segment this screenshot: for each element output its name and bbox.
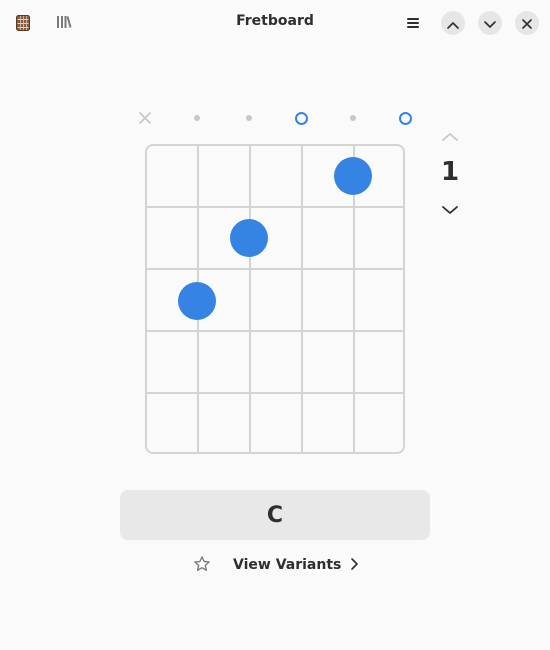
library-button[interactable]: [52, 11, 76, 35]
fret-line: [147, 330, 403, 332]
string-1-muted-marker[interactable]: [135, 108, 155, 128]
fret-line: [147, 392, 403, 394]
mute-x-icon: [139, 109, 151, 128]
hamburger-menu-icon: [406, 14, 420, 33]
finger-dot-string-5-fret-1[interactable]: [334, 157, 372, 195]
window-close-button[interactable]: [515, 11, 539, 35]
window-up-button[interactable]: [441, 11, 465, 35]
string-5-marker[interactable]: [343, 108, 363, 128]
view-variants-button[interactable]: View Variants: [233, 552, 359, 578]
window-down-button[interactable]: [478, 11, 502, 35]
library-books-icon: [56, 14, 72, 33]
fretted-dot-icon: [350, 115, 356, 121]
chevron-down-icon: [484, 14, 496, 33]
header-bar: Fretboard: [0, 0, 550, 46]
fret-line: [147, 206, 403, 208]
string-6-open-marker[interactable]: [395, 108, 415, 128]
open-string-ring-icon: [294, 111, 308, 125]
guitar-neck-icon: [14, 13, 32, 33]
fretted-dot-icon: [194, 115, 200, 121]
fretboard[interactable]: [145, 144, 405, 454]
chevron-down-icon: [441, 200, 459, 219]
bookmark-star-button[interactable]: [190, 554, 214, 578]
fret-line: [147, 268, 403, 270]
string-2-marker[interactable]: [187, 108, 207, 128]
app-window: Fretboard 1 C View Variants: [0, 0, 550, 650]
finger-dot-string-3-fret-2[interactable]: [230, 219, 268, 257]
string-3-marker[interactable]: [239, 108, 259, 128]
main-menu-button[interactable]: [401, 11, 425, 35]
chord-name-entry[interactable]: C: [120, 490, 430, 540]
chevron-up-icon: [441, 127, 459, 146]
chevron-right-icon: [349, 556, 359, 575]
chevron-up-icon: [447, 14, 459, 33]
fret-up-button[interactable]: [438, 126, 462, 146]
close-icon: [522, 14, 532, 33]
string-line: [249, 146, 251, 452]
fret-position-number: 1: [440, 157, 460, 187]
string-4-open-marker[interactable]: [291, 108, 311, 128]
open-string-ring-icon: [398, 111, 412, 125]
view-variants-label: View Variants: [233, 557, 342, 573]
fret-down-button[interactable]: [438, 199, 462, 219]
finger-dot-string-2-fret-3[interactable]: [178, 282, 216, 320]
star-outline-icon: [193, 555, 211, 577]
fretted-dot-icon: [246, 115, 252, 121]
string-line: [301, 146, 303, 452]
window-title: Fretboard: [236, 13, 314, 29]
